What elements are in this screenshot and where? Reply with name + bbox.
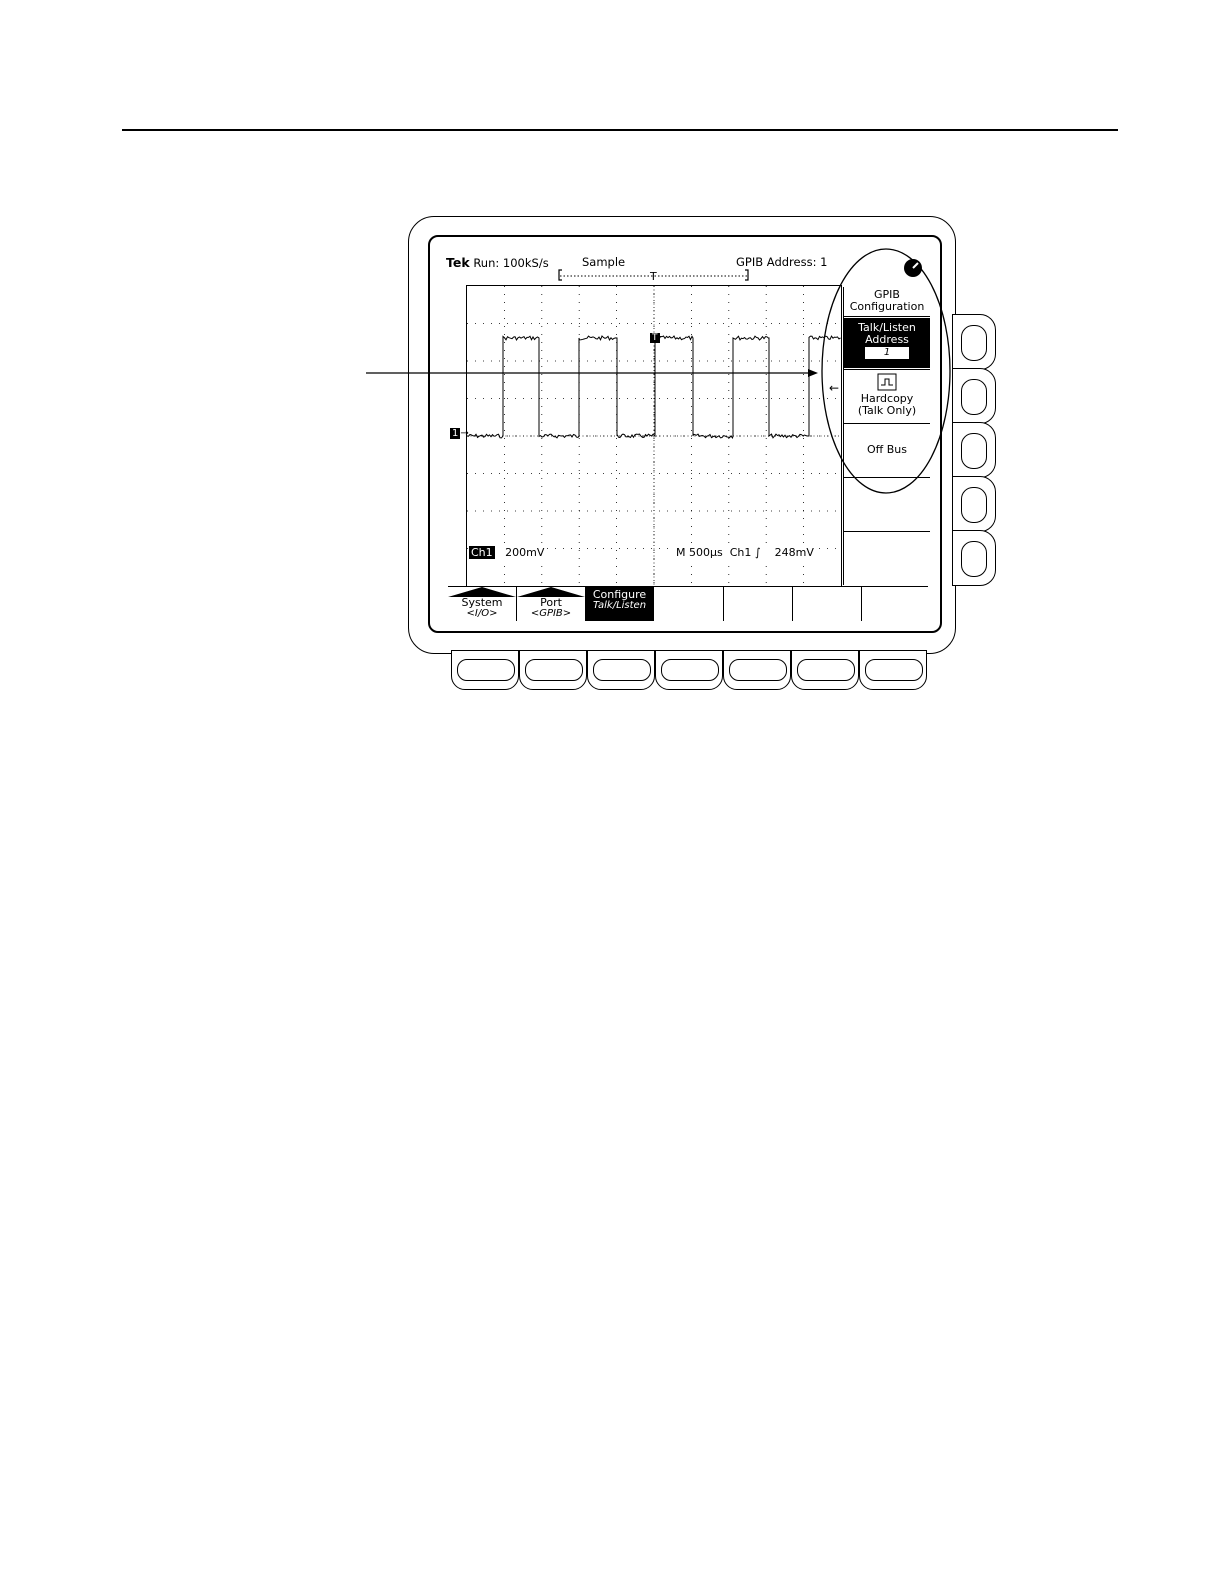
selection-arrow-icon: ← — [829, 381, 839, 395]
highlight-ellipse — [821, 248, 951, 494]
callout-arrowhead — [808, 369, 818, 377]
annotation-overlay: ← — [366, 248, 951, 494]
